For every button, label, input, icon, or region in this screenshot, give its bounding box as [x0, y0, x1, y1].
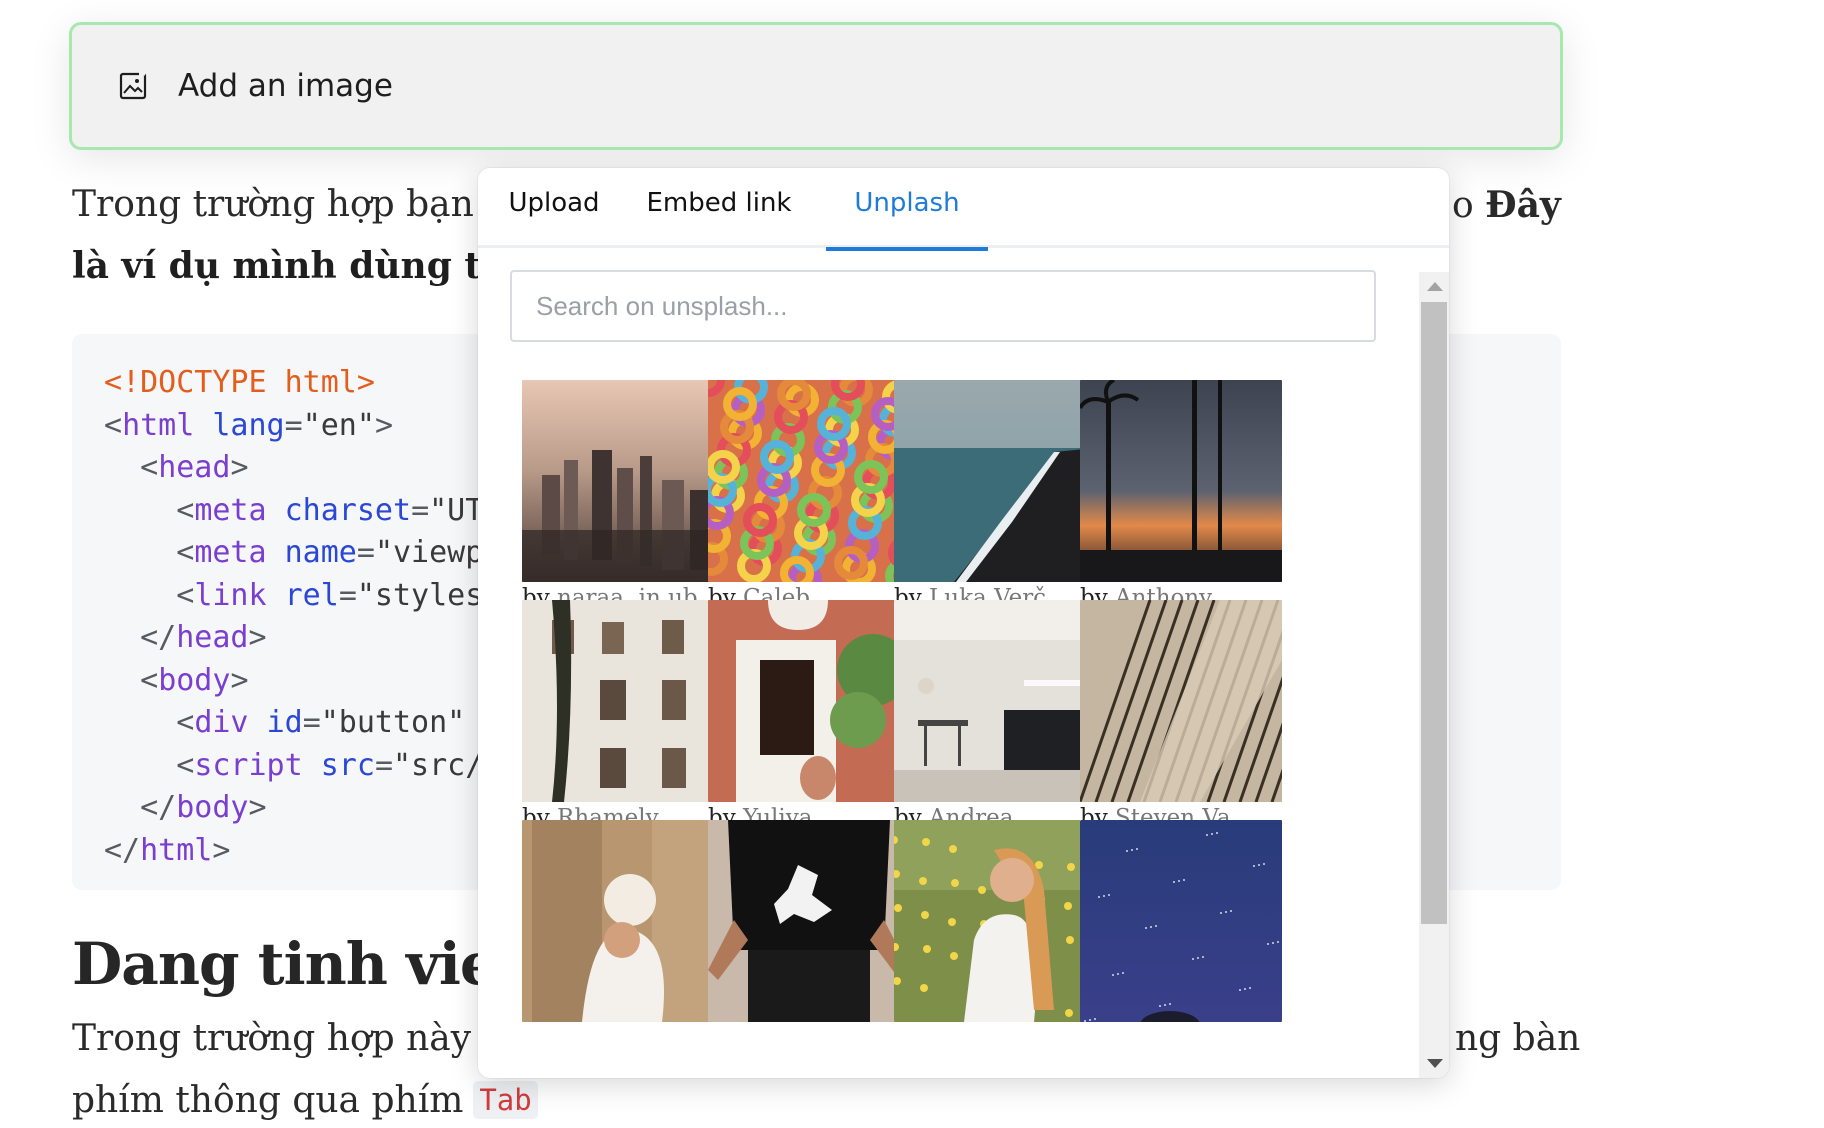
- paragraph-line-tail: o Đây: [1452, 184, 1561, 226]
- paragraph-line: Trong trường hợp bạn p: [72, 184, 509, 225]
- unsplash-search-input[interactable]: [510, 270, 1376, 342]
- tab-embed-link[interactable]: Embed link: [630, 168, 808, 248]
- photo-item[interactable]: [708, 820, 910, 1022]
- photo-item[interactable]: [894, 820, 1096, 1022]
- picker-tabs: Upload Embed link Unplash: [478, 168, 1449, 251]
- photo-thumbnail[interactable]: [522, 380, 724, 582]
- image-add-icon: [118, 71, 148, 101]
- paragraph-text: phím thông qua phím: [72, 1080, 464, 1121]
- tab-upload[interactable]: Upload: [478, 168, 630, 248]
- photo-item[interactable]: by Rhamely: [522, 600, 724, 831]
- photo-item[interactable]: [1080, 820, 1282, 1022]
- paragraph-line-bold: là ví dụ mình dùng thẻ: [72, 245, 531, 287]
- photo-item[interactable]: by Steven Va...: [1080, 600, 1282, 831]
- photo-item[interactable]: by Luka Verč: [894, 380, 1096, 611]
- photo-thumbnail[interactable]: [708, 380, 910, 582]
- paragraph-tail-text: o: [1452, 185, 1486, 226]
- photo-thumbnail[interactable]: [1080, 380, 1282, 582]
- photo-thumbnail[interactable]: [894, 820, 1096, 1022]
- photo-thumbnail[interactable]: [708, 600, 910, 802]
- tab-unsplash[interactable]: Unplash: [826, 168, 988, 251]
- add-image-label: Add an image: [178, 68, 393, 104]
- photo-item[interactable]: by Caleb...: [708, 380, 910, 611]
- photo-thumbnail[interactable]: [522, 600, 724, 802]
- photo-thumbnail[interactable]: [522, 820, 724, 1022]
- add-image-block[interactable]: Add an image: [69, 22, 1563, 150]
- photo-thumbnail[interactable]: [894, 380, 1096, 582]
- photo-item[interactable]: [522, 820, 724, 1022]
- paragraph-line-tail: ng bàn: [1455, 1018, 1581, 1059]
- photo-thumbnail[interactable]: [1080, 600, 1282, 802]
- paragraph-line: phím thông qua phím Tab: [72, 1080, 538, 1121]
- image-picker-popover: Upload Embed link Unplash by naraa .in.u…: [478, 168, 1449, 1078]
- photo-thumbnail[interactable]: [894, 600, 1096, 802]
- paragraph-tail-bold: Đây: [1485, 184, 1561, 226]
- photo-thumbnail[interactable]: [1080, 820, 1282, 1022]
- scroll-up-arrow-icon[interactable]: [1427, 282, 1443, 291]
- photo-item[interactable]: by Yuliya...: [708, 600, 910, 831]
- photo-item[interactable]: by Andrea...: [894, 600, 1096, 831]
- scroll-down-arrow-icon[interactable]: [1427, 1059, 1443, 1068]
- photo-item[interactable]: by Anthony...: [1080, 380, 1282, 611]
- inline-code-tab: Tab: [473, 1081, 538, 1119]
- scrollbar-thumb[interactable]: [1421, 302, 1447, 924]
- paragraph-line: Trong trường hợp này m: [72, 1018, 517, 1059]
- scrollbar[interactable]: [1419, 272, 1449, 1078]
- photo-thumbnail[interactable]: [708, 820, 910, 1022]
- photo-item[interactable]: by naraa .in.ub: [522, 380, 724, 611]
